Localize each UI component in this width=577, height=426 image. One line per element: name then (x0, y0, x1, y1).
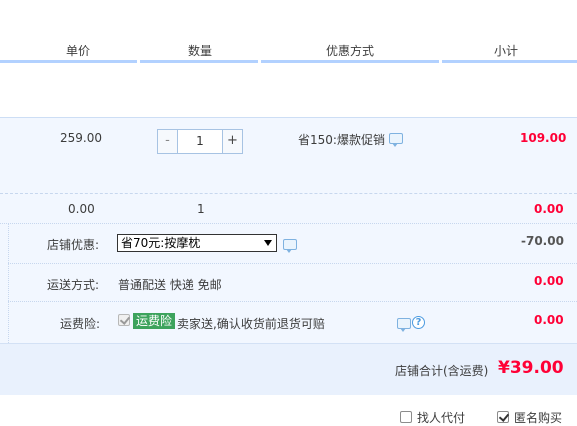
chat-icon[interactable] (283, 239, 297, 253)
shipping-label: 运送方式: (47, 278, 100, 292)
spacer (0, 63, 577, 117)
quantity-stepper: - 1 + (157, 129, 243, 154)
help-icon[interactable]: ? (412, 316, 425, 329)
table-row (0, 117, 577, 193)
insurance-text: 卖家送,确认收货前退货可赔 (177, 317, 325, 331)
anonymous-purchase-checkbox[interactable] (497, 411, 509, 423)
unit-price: 0.00 (68, 202, 95, 216)
shop-discount-selected: 省70元:按摩枕 (121, 236, 201, 250)
shipping-method: 普通配送 快递 免邮 (118, 278, 222, 292)
order-table-header: 单价 数量 优惠方式 小计 (0, 0, 577, 62)
insurance-tag: 运费险 (133, 313, 176, 329)
shop-total-label: 店铺合计(含运费) (395, 364, 489, 378)
divider (8, 263, 577, 264)
divider (8, 301, 577, 302)
column-quantity: 数量 (188, 44, 213, 58)
discount-text: 省150:爆款促销 (298, 133, 385, 147)
shop-total-row (0, 343, 577, 395)
shipping-amount: 0.00 (534, 274, 564, 288)
chat-icon[interactable] (389, 133, 403, 147)
pay-for-others-label[interactable]: 找人代付 (417, 409, 465, 426)
chat-icon[interactable] (397, 318, 411, 332)
dropdown-arrow-icon (264, 240, 272, 246)
increase-quantity-button[interactable]: + (222, 130, 242, 153)
divider (8, 223, 9, 343)
item-subtotal: 109.00 (520, 131, 567, 145)
shop-discount-label: 店铺优惠: (47, 238, 100, 252)
column-unit-price: 单价 (66, 44, 91, 58)
shop-discount-select[interactable]: 省70元:按摩枕 (117, 234, 277, 252)
decrease-quantity-button[interactable]: - (158, 130, 178, 153)
insurance-label: 运费险: (60, 317, 101, 331)
shop-total-amount: ¥39.00 (498, 358, 564, 378)
column-subtotal: 小计 (494, 44, 519, 58)
quantity-value: 1 (197, 202, 205, 216)
column-discount: 优惠方式 (326, 44, 375, 58)
insurance-checkbox[interactable] (118, 314, 130, 326)
insurance-amount: 0.00 (534, 313, 564, 327)
quantity-input[interactable]: 1 (178, 130, 222, 153)
unit-price: 259.00 (60, 131, 102, 145)
shop-discount-amount: -70.00 (521, 234, 564, 248)
pay-for-others-checkbox[interactable] (400, 411, 412, 423)
item-subtotal: 0.00 (534, 202, 564, 216)
anonymous-purchase-label[interactable]: 匿名购买 (514, 409, 562, 426)
